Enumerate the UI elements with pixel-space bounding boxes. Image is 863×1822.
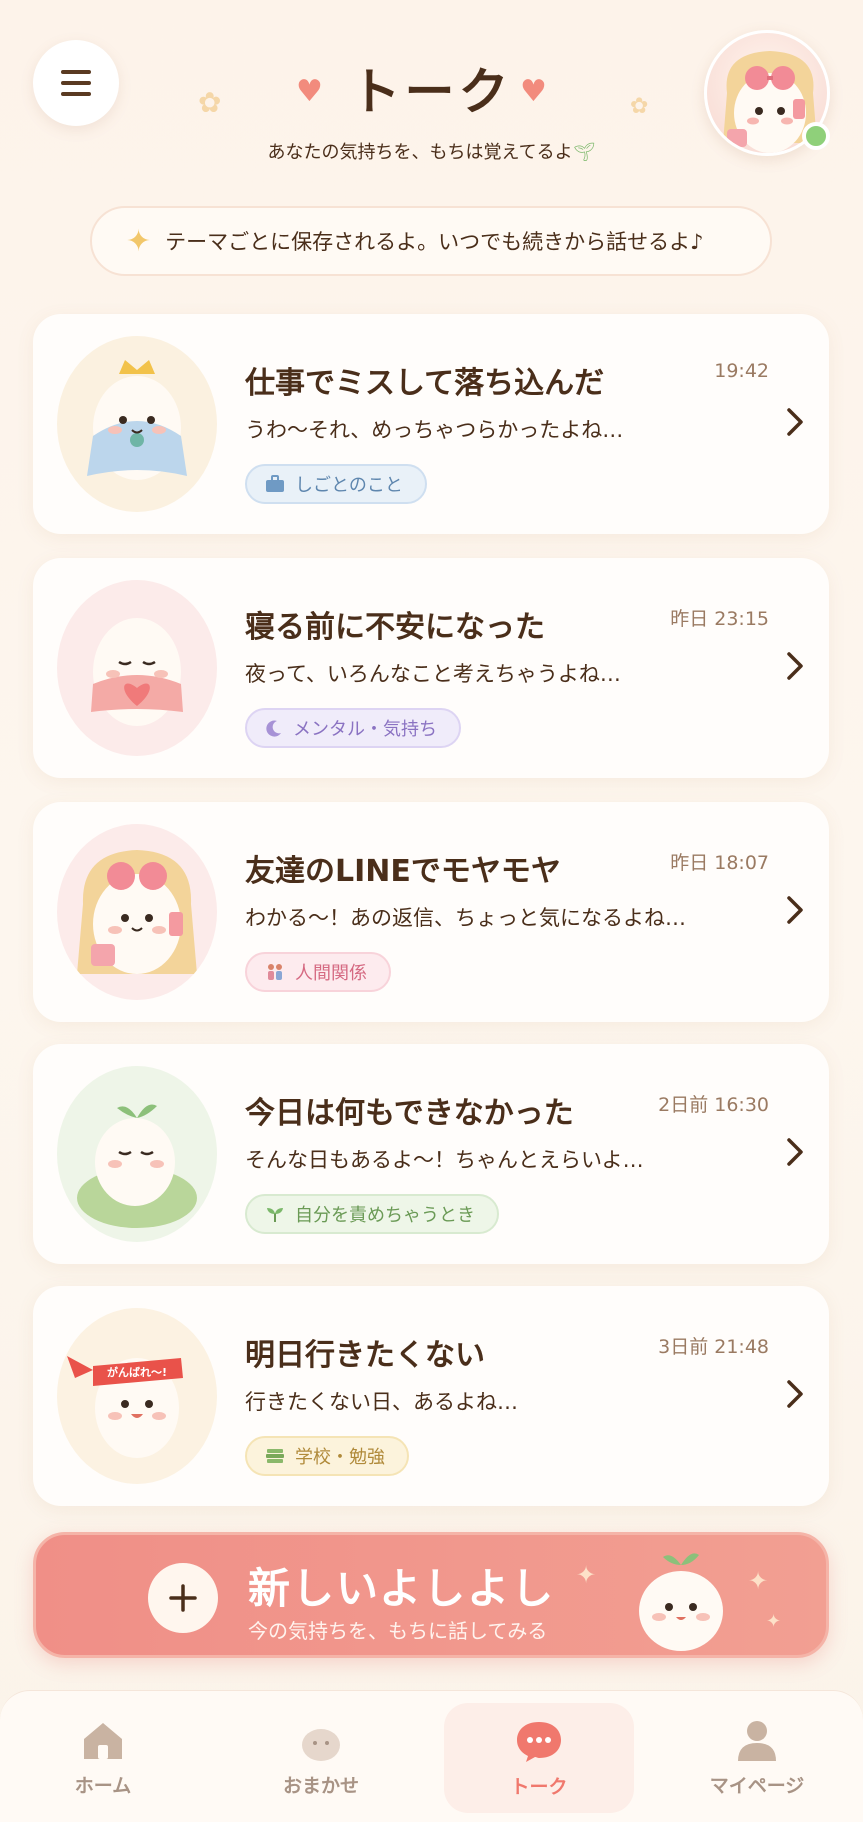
briefcase-icon [266, 475, 284, 492]
online-status-dot [802, 122, 830, 150]
category-tag-label: 自分を責めちゃうとき [295, 1205, 475, 1226]
moon-icon [266, 720, 281, 737]
tab-label: おまかせ [282, 1774, 359, 1797]
chevron-right-icon [787, 652, 803, 680]
sparkle-icon: ✦ [748, 1567, 769, 1595]
info-banner: ✦ テーマごとに保存されるよ。いつでも続きから話せるよ♪ [90, 206, 772, 276]
tab-label: マイページ [709, 1774, 805, 1797]
tab-mypage[interactable]: マイページ [662, 1691, 852, 1822]
conversation-preview: うわ〜それ、めっちゃつらかったよね… [245, 418, 624, 442]
tab-label: ホーム [74, 1774, 132, 1797]
subtitle-text: あなたの気持ちを、もちは覚えてるよ [267, 142, 573, 163]
conversation-time: 2日前 16:30 [658, 1094, 769, 1116]
mochi-icon [302, 1728, 340, 1761]
new-chat-button[interactable]: 新しいよしよし 今の気持ちを、もちに話してみる ✦ ✦ ✦ [33, 1532, 829, 1658]
mochi-mascot-icon [639, 1553, 723, 1651]
conversation-card[interactable]: 仕事でミスして落ち込んだ 19:42 うわ〜それ、めっちゃつらかったよね… しご… [33, 314, 829, 534]
info-banner-text: テーマごとに保存されるよ。いつでも続きから話せるよ♪ [165, 230, 704, 254]
tab-talk[interactable]: トーク [444, 1703, 634, 1813]
conversation-title: 仕事でミスして落ち込んだ [245, 366, 605, 401]
mochi-avatar [57, 336, 217, 512]
conversation-time: 昨日 23:15 [670, 608, 769, 630]
conversation-preview: そんな日もあるよ〜！ちゃんとえらいよ… [245, 1148, 644, 1172]
chevron-right-icon [787, 896, 803, 924]
category-tag-label: 人間関係 [295, 963, 367, 984]
sparkle-icon: ✦ [766, 1611, 782, 1632]
category-tag: しごとのこと [245, 464, 427, 504]
tab-home[interactable]: ホーム [8, 1691, 198, 1822]
conversation-preview: わかる〜！あの返信、ちょっと気になるよね… [245, 906, 686, 930]
home-icon [84, 1722, 122, 1759]
sprout-mochi-illustration [77, 1104, 197, 1228]
chevron-right-icon [787, 1380, 803, 1408]
conversation-card[interactable]: 寝る前に不安になった 昨日 23:15 夜って、いろんなこと考えちゃうよね… メ… [33, 558, 829, 778]
conversation-time: 昨日 18:07 [670, 852, 769, 874]
mochi-avatar [57, 1066, 217, 1242]
category-tag: 自分を責めちゃうとき [245, 1194, 499, 1234]
conversation-time: 19:42 [714, 360, 769, 382]
cheer-mochi-illustration: がんばれ〜! [67, 1356, 183, 1458]
person-icon [738, 1720, 776, 1761]
category-tag-label: メンタル・気持ち [293, 719, 437, 740]
conversation-title: 今日は何もできなかった [245, 1096, 574, 1131]
conversation-card[interactable]: 今日は何もできなかった 2日前 16:30 そんな日もあるよ〜！ちゃんとえらいよ… [33, 1044, 829, 1264]
conversation-preview: 行きたくない日、あるよね… [245, 1390, 518, 1414]
conversation-title: 友達のLINEでモヤモヤ [245, 854, 561, 889]
category-tag: 学校・勉強 [245, 1436, 409, 1476]
chat-bubble-icon [517, 1721, 561, 1762]
people-icon [268, 964, 282, 980]
chevron-right-icon [787, 408, 803, 436]
plus-icon [148, 1563, 218, 1633]
prince-mochi-illustration [87, 360, 187, 480]
new-chat-title: 新しいよしよし [248, 1564, 556, 1613]
heart-icon: ♥ [296, 74, 323, 109]
heart-icon: ♥ [520, 74, 547, 109]
tab-omakase[interactable]: おまかせ [226, 1691, 416, 1822]
books-icon [266, 1449, 284, 1463]
tab-label: トーク [510, 1775, 568, 1798]
sparkle-icon: ✦ [576, 1561, 597, 1589]
conversation-title: 寝る前に不安になった [245, 610, 545, 645]
mochi-avatar [57, 580, 217, 756]
conversation-preview: 夜って、いろんなこと考えちゃうよね… [245, 662, 621, 686]
new-chat-subtitle: 今の気持ちを、もちに話してみる [248, 1619, 548, 1643]
mochi-avatar [57, 824, 217, 1000]
headband-text: がんばれ〜! [107, 1365, 167, 1379]
conversation-time: 3日前 21:48 [658, 1336, 769, 1358]
mochi-avatar: がんばれ〜! [57, 1308, 217, 1484]
chevron-right-icon [787, 1138, 803, 1166]
conversation-card[interactable]: 友達のLINEでモヤモヤ 昨日 18:07 わかる〜！あの返信、ちょっと気になる… [33, 802, 829, 1022]
bottom-tab-bar: ホーム おまかせ トーク マイページ [0, 1690, 863, 1822]
sprout-icon: 🌱︎ [572, 142, 596, 163]
heart-mochi-illustration [91, 618, 183, 726]
sprout-icon [267, 1208, 283, 1222]
sparkle-icon: ✦ [126, 223, 152, 259]
category-tag-label: 学校・勉強 [295, 1447, 385, 1468]
gal-mochi-illustration [77, 850, 197, 974]
category-tag-label: しごとのこと [295, 475, 403, 496]
conversation-title: 明日行きたくない [245, 1338, 485, 1373]
conversation-card[interactable]: がんばれ〜! 明日行きたくない 3日前 21:48 行きたくない日、あるよね… … [33, 1286, 829, 1506]
category-tag: メンタル・気持ち [245, 708, 461, 748]
category-tag: 人間関係 [245, 952, 391, 992]
